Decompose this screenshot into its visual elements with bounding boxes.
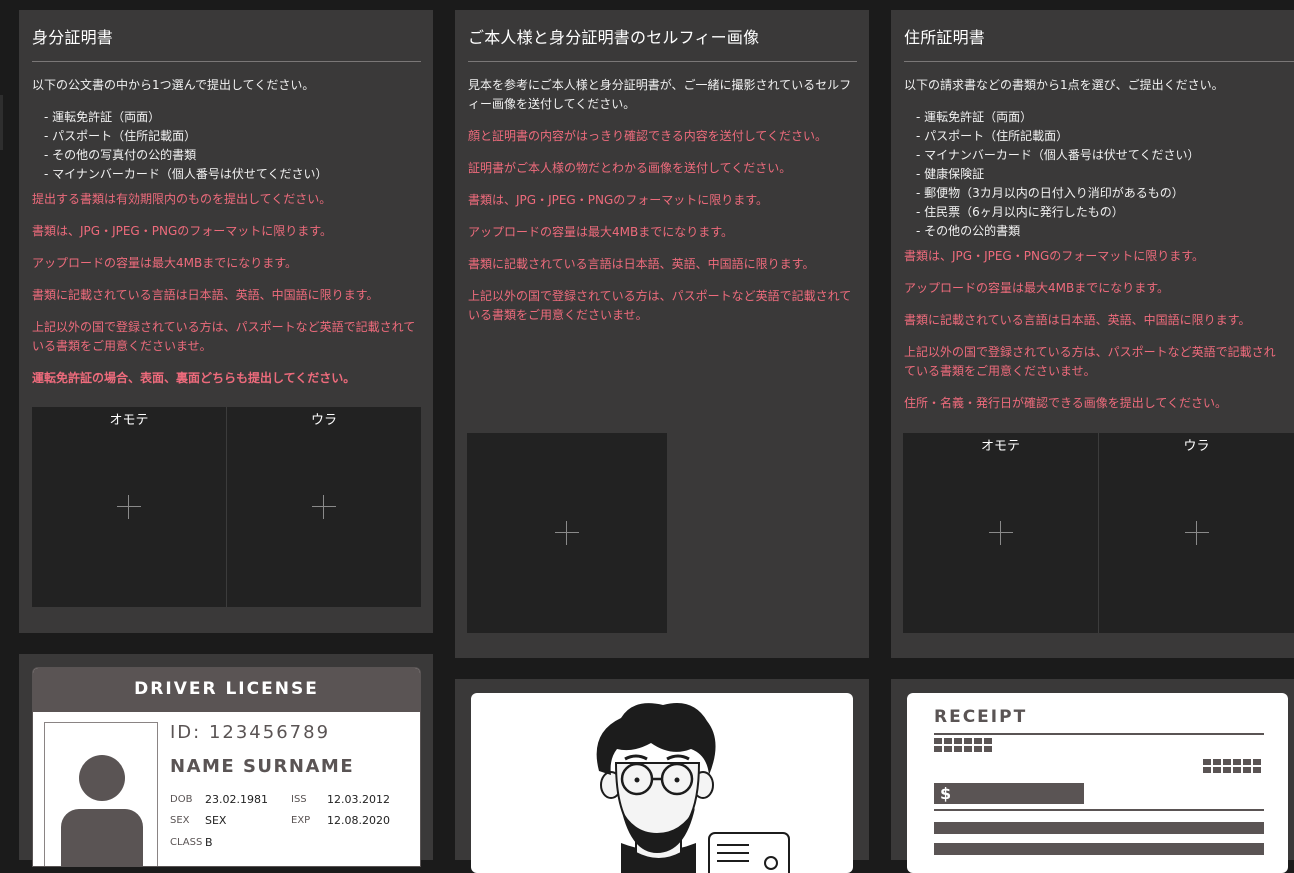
plus-icon — [555, 521, 579, 545]
list-item: パスポート（住所記載面） — [916, 127, 1284, 146]
identity-upload-area: オモテ ウラ — [32, 407, 421, 607]
intro-text: 以下の請求書などの書類から1点を選び、ご提出ください。 — [904, 78, 1224, 92]
document-list: 運転免許証（両面） パスポート（住所記載面） その他の写真付の公的書類 マイナン… — [32, 108, 423, 184]
panel-body: 以下の公文書の中から1つ選んで提出してください。 運転免許証（両面） パスポート… — [32, 76, 423, 401]
class-label: CLASS — [170, 837, 203, 848]
upload-back-label: ウラ — [310, 413, 337, 428]
note-text: 書類は、JPG・JPEG・PNGのフォーマットに限ります。 — [468, 193, 769, 207]
list-item: その他の写真付の公的書類 — [44, 146, 423, 165]
sex-label: SEX — [170, 815, 190, 826]
list-item: マイナンバーカード（個人番号は伏せてください） — [44, 165, 423, 184]
dob-value: 23.02.1981 — [205, 793, 268, 806]
list-item: 住民票（6ヶ月以内に発行したもの） — [916, 203, 1284, 222]
bold-note-text: 運転免許証の場合、表面、裏面どちらも提出してください。 — [32, 371, 356, 385]
document-list: 運転免許証（両面） パスポート（住所記載面） マイナンバーカード（個人番号は伏せ… — [904, 108, 1284, 241]
note-text: 書類に記載されている言語は日本語、英語、中国語に限ります。 — [32, 288, 379, 302]
identity-document-panel: 身分証明書 以下の公文書の中から1つ選んで提出してください。 運転免許証（両面）… — [19, 10, 433, 633]
divider — [32, 61, 421, 62]
panel-title: 身分証明書 — [32, 28, 114, 47]
upload-back-button[interactable]: ウラ — [1098, 433, 1294, 633]
note-text: 書類に記載されている言語は日本語、英語、中国語に限ります。 — [904, 313, 1251, 327]
person-with-card-icon — [596, 703, 790, 873]
note-text: 上記以外の国で登録されている方は、パスポートなど英語で記載されている書類をご用意… — [904, 345, 1276, 378]
divider — [904, 61, 1294, 62]
receipt-illustration: RECEIPT $ — [907, 693, 1288, 873]
barcode-icon — [934, 738, 992, 752]
iss-value: 12.03.2012 — [327, 793, 390, 806]
list-item: 健康保険証 — [916, 165, 1284, 184]
receipt-bar — [934, 843, 1264, 855]
note-text: 書類は、JPG・JPEG・PNGのフォーマットに限ります。 — [32, 224, 333, 238]
intro-text: 以下の公文書の中から1つ選んで提出してください。 — [32, 78, 315, 92]
person-icon — [44, 722, 158, 866]
left-edge-strip — [0, 95, 3, 150]
license-sample-panel: DRIVER LICENSE ID: 123456789 NAME SURNAM… — [19, 654, 433, 867]
upload-front-label: オモテ — [980, 439, 1020, 454]
upload-front-button[interactable]: オモテ — [32, 407, 226, 607]
note-text: 顔と証明書の内容がはっきり確認できる内容を送付してください。 — [468, 129, 828, 143]
receipt-title: RECEIPT — [934, 707, 1028, 727]
list-item: 運転免許証（両面） — [44, 108, 423, 127]
note-text: アップロードの容量は最大4MBまでになります。 — [468, 225, 734, 239]
upload-selfie-button[interactable] — [467, 433, 667, 633]
list-item: パスポート（住所記載面） — [44, 127, 423, 146]
selfie-upload-area — [467, 433, 667, 633]
plus-icon — [117, 495, 141, 519]
upload-front-label: オモテ — [109, 413, 149, 428]
list-item: マイナンバーカード（個人番号は伏せてください） — [916, 146, 1284, 165]
note-text: アップロードの容量は最大4MBまでになります。 — [904, 281, 1170, 295]
intro-text: 見本を参考にご本人様と身分証明書が、ご一緒に撮影されているセルフィー画像を送付し… — [468, 78, 852, 111]
note-text: 書類に記載されている言語は日本語、英語、中国語に限ります。 — [468, 257, 815, 271]
panel-body: 以下の請求書などの書類から1点を選び、ご提出ください。 運転免許証（両面） パス… — [904, 76, 1284, 426]
iss-label: ISS — [291, 794, 307, 805]
note-text: 書類は、JPG・JPEG・PNGのフォーマットに限ります。 — [904, 249, 1205, 263]
driver-license-illustration: DRIVER LICENSE ID: 123456789 NAME SURNAM… — [32, 667, 421, 867]
selfie-sample-panel — [455, 679, 869, 873]
list-item: 郵便物（3カ月以内の日付入り消印があるもの） — [916, 184, 1284, 203]
address-proof-panel: 住所証明書 以下の請求書などの書類から1点を選び、ご提出ください。 運転免許証（… — [891, 10, 1294, 658]
dob-label: DOB — [170, 794, 193, 805]
receipt-amount: $ — [934, 783, 1084, 804]
receipt-bar — [934, 822, 1264, 834]
note-text: アップロードの容量は最大4MBまでになります。 — [32, 256, 298, 270]
divider — [468, 61, 857, 62]
barcode-icon — [1203, 759, 1261, 773]
license-header: DRIVER LICENSE — [33, 668, 420, 712]
license-name: NAME SURNAME — [170, 756, 355, 777]
class-value: B — [205, 836, 213, 849]
upload-back-button[interactable]: ウラ — [226, 407, 421, 607]
note-text: 証明書がご本人様の物だとわかる画像を送付してください。 — [468, 161, 792, 175]
list-item: その他の公的書類 — [916, 222, 1284, 241]
selfie-illustration — [471, 693, 853, 873]
panel-title: 住所証明書 — [904, 28, 986, 47]
address-upload-area: オモテ ウラ — [903, 433, 1294, 633]
note-text: 上記以外の国で登録されている方は、パスポートなど英語で記載されている書類をご用意… — [468, 289, 852, 322]
divider — [934, 809, 1264, 811]
panel-title: ご本人様と身分証明書のセルフィー画像 — [468, 28, 760, 47]
note-text: 提出する書類は有効期限内のものを提出してください。 — [32, 192, 332, 206]
selfie-panel: ご本人様と身分証明書のセルフィー画像 見本を参考にご本人様と身分証明書が、ご一緒… — [455, 10, 869, 658]
upload-front-button[interactable]: オモテ — [903, 433, 1098, 633]
note-text: 上記以外の国で登録されている方は、パスポートなど英語で記載されている書類をご用意… — [32, 320, 416, 353]
divider — [934, 733, 1264, 735]
exp-value: 12.08.2020 — [327, 814, 390, 827]
plus-icon — [312, 495, 336, 519]
upload-back-label: ウラ — [1183, 439, 1210, 454]
license-id: ID: 123456789 — [170, 722, 331, 743]
list-item: 運転免許証（両面） — [916, 108, 1284, 127]
panel-body: 見本を参考にご本人様と身分証明書が、ご一緒に撮影されているセルフィー画像を送付し… — [468, 76, 859, 338]
receipt-sample-panel: RECEIPT $ — [891, 679, 1294, 873]
note-text: 住所・名義・発行日が確認できる画像を提出してください。 — [904, 396, 1228, 410]
exp-label: EXP — [291, 815, 311, 826]
sex-value: SEX — [205, 814, 227, 827]
plus-icon — [1184, 521, 1209, 545]
plus-icon — [988, 521, 1013, 545]
